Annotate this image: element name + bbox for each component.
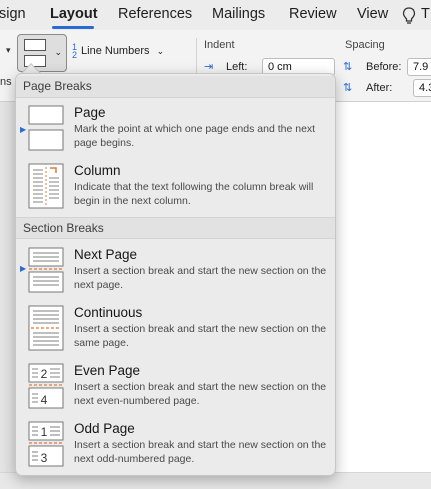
menu-item-description: Insert a section break and start the new… [74,323,327,349]
current-selection-marker: ▶ [20,125,27,134]
menu-item-description: Mark the point at which one page ends an… [74,123,316,149]
section-breaks-header: Section Breaks [16,217,335,239]
menu-item-next-page[interactable]: ▶ Next Page Insert a section break and s… [16,247,335,303]
spacing-before-icon: ⇅ [343,61,353,73]
odd-icon-top-number: 1 [41,425,48,439]
menu-item-title: Page [74,105,106,120]
spacing-after-icon: ⇅ [343,82,353,94]
page-break-icon [28,105,64,151]
tab-references[interactable]: References [118,6,192,22]
menu-item-odd-page[interactable]: 1 3 Odd Page Insert a section break and … [16,421,335,475]
active-tab-indicator [52,26,94,29]
indent-group-label: Indent [204,39,235,51]
indent-left-label: Left: [226,61,248,73]
menu-item-even-page[interactable]: 2 4 Even Page Insert a section break and… [16,363,335,419]
tab-view[interactable]: View [357,6,388,22]
breaks-dropdown-menu: Page Breaks ▶ Page Mark the point at whi… [15,73,336,476]
lightbulb-icon[interactable] [402,7,416,25]
even-page-break-icon: 2 4 [28,363,64,409]
menu-item-title: Even Page [74,363,141,378]
spacing-after-label: After: [366,82,393,94]
spacing-after-field[interactable]: 4.3 [413,79,431,97]
tab-review[interactable]: Review [289,6,337,22]
menu-item-page-break[interactable]: ▶ Page Mark the point at which one page … [16,105,335,161]
menu-item-description: Insert a section break and start the new… [74,265,327,291]
chevron-down-icon: ⌄ [54,47,62,57]
tab-tell-me[interactable]: T [421,6,430,22]
column-break-icon [28,163,64,209]
tab-layout[interactable]: Layout [50,6,98,22]
line-numbers-label: Line Numbers [81,44,150,57]
spacing-before-field[interactable]: 7.9 [407,58,431,76]
chevron-down-icon[interactable]: ▾ [6,45,11,56]
ribbon-tab-bar: sign Layout References Mailings Review V… [0,0,431,30]
odd-page-break-icon: 1 3 [28,421,64,467]
tab-design[interactable]: sign [0,6,26,22]
line-numbers-icon: 12 [72,42,78,60]
even-icon-bottom-number: 4 [41,393,48,407]
line-numbers-button[interactable]: 1 2 Line Numbers ⌄ [72,42,165,60]
menu-item-title: Continuous [74,305,143,320]
current-selection-marker: ▶ [20,264,27,273]
menu-item-continuous[interactable]: Continuous Insert a section break and st… [16,305,335,361]
menu-item-description: Insert a section break and start the new… [74,439,327,465]
menu-item-title: Column [74,163,121,178]
menu-item-description: Insert a section break and start the new… [74,381,327,407]
continuous-break-icon [28,305,64,351]
menu-item-description: Indicate that the text following the col… [74,181,314,207]
chevron-down-icon: ⌄ [156,45,165,56]
even-icon-top-number: 2 [41,367,48,381]
menu-item-column-break[interactable]: Column Indicate that the text following … [16,163,335,219]
spacing-group-label: Spacing [345,39,385,51]
odd-icon-bottom-number: 3 [41,451,48,465]
menu-item-title: Next Page [74,247,138,262]
indent-left-icon: ⇥ [204,61,214,73]
menu-item-title: Odd Page [74,421,135,436]
next-page-break-icon [28,247,64,293]
spacing-before-label: Before: [366,61,402,73]
page-top-icon [24,39,46,51]
tab-mailings[interactable]: Mailings [212,6,265,22]
breaks-button[interactable]: ⌄ [17,34,67,72]
ribbon-cut-label: ns [0,76,12,88]
page-breaks-header: Page Breaks [16,76,335,98]
